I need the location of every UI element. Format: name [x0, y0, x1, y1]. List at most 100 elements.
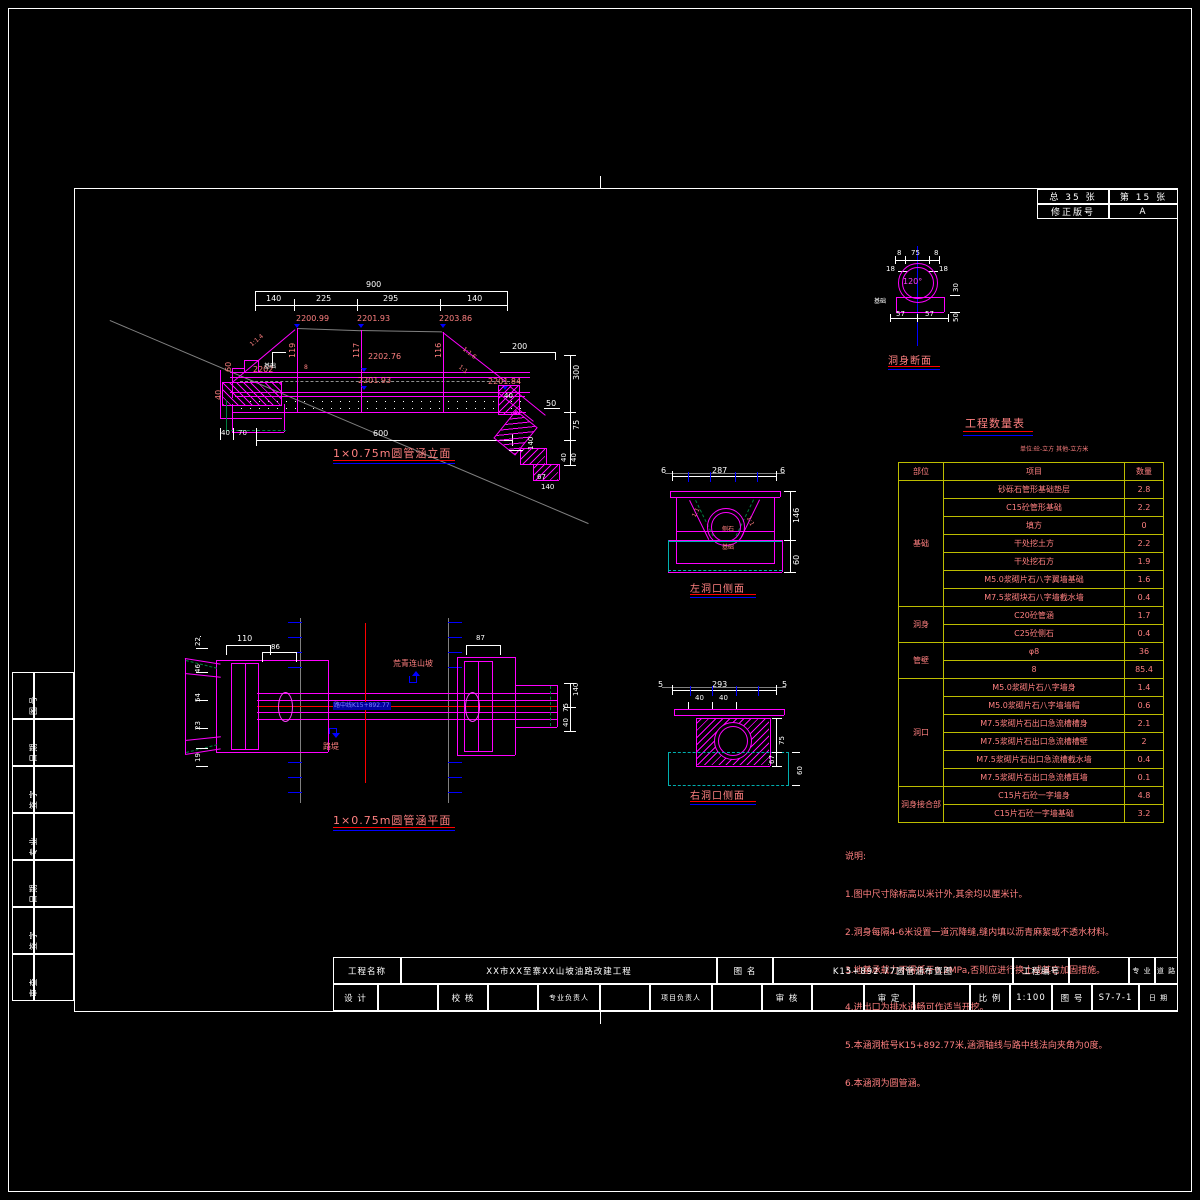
qty-cell: 0.4 — [1124, 588, 1164, 607]
height-116: 116 — [434, 342, 443, 358]
section-dim-50: 50 — [952, 313, 960, 322]
project-no-value — [1069, 957, 1129, 984]
date-label: 日 期 — [1139, 984, 1178, 1011]
side-strip-cell-2: 签 字 — [12, 766, 38, 813]
item-cell: 干处挖石方 — [943, 552, 1125, 571]
uphill-label: 荒青连山坡 — [393, 659, 433, 668]
side-strip-cell-1: 日 期 — [12, 719, 38, 766]
qty-cell: 0.4 — [1124, 624, 1164, 643]
elev-value-5: 2201.93 — [358, 376, 392, 385]
item-cell: 干处挖土方 — [943, 534, 1125, 553]
dim-seg3: 295 — [383, 294, 399, 303]
dim-67-right: 67 — [537, 473, 546, 481]
side-strip-value-0 — [34, 672, 74, 719]
dwg-no-value: S7-7-1 — [1092, 984, 1139, 1011]
left-inlet-mark-b: 6 — [780, 466, 786, 475]
dim-50-right: 50 — [546, 399, 557, 408]
dim-seg2: 225 — [316, 294, 332, 303]
height-117: 117 — [352, 342, 361, 358]
qty-cell: 2 — [1124, 732, 1164, 751]
qty-cell: 85.4 — [1124, 660, 1164, 679]
header-section: 部位 — [898, 462, 944, 481]
dim-line-300 — [570, 355, 571, 465]
item-cell: M5.0浆砌片石八字墙身 — [943, 678, 1125, 697]
quantity-table-units-note: 单位:砼-立方 其他-立方米 — [1020, 446, 1089, 453]
dwg-no-label: 图 号 — [1052, 984, 1092, 1011]
elev-value-1: 2200.99 — [296, 314, 330, 323]
center-tick-bottom — [600, 1012, 601, 1024]
project-head-label: 项目负责人 — [650, 984, 712, 1011]
qty-cell: 1.4 — [1124, 678, 1164, 697]
qty-cell: 3.2 — [1124, 804, 1164, 823]
section-dim-57a: 57 — [896, 310, 905, 318]
side-strip-value-2 — [34, 766, 74, 813]
specialty-head-label: 专业负责人 — [538, 984, 600, 1011]
plan-dim-140: 140 — [572, 682, 580, 696]
plan-view-title: 1×0.75m圆管涵平面 — [333, 814, 452, 827]
check-label: 校 核 — [438, 984, 488, 1011]
left-inlet-mark-a: 6 — [661, 466, 667, 475]
section-dim-8b: 8 — [934, 249, 939, 257]
dim-elev-total: 900 — [366, 280, 382, 289]
item-cell: M7.5浆砌片石出口急流槽耳墙 — [943, 768, 1125, 787]
center-tick-top — [600, 176, 601, 188]
project-no-label: 工程编号 — [1013, 957, 1069, 984]
qty-cell: 0.4 — [1124, 750, 1164, 769]
item-cell: M7.5浆砌片石出口急流槽槽身 — [943, 714, 1125, 733]
cad-drawing-sheet: 总 35 张 第 15 张 修正版号 A 图 号 日 期 签 字 专 业 日 期… — [0, 0, 1200, 1200]
elevation-view-title: 1×0.75m圆管涵立面 — [333, 447, 452, 460]
table-row: 洞身 C20砼管涵 1.7 — [898, 606, 1164, 643]
quantity-table: 部位 项目 数量 基础 砂砾石管形基础垫层 2.8 C15砼管形基础 2.2 填方… — [898, 462, 1164, 823]
scale-label: 比 例 — [970, 984, 1010, 1011]
downhill-label: 路堤 — [323, 742, 339, 751]
right-outlet-width: 293 — [712, 680, 728, 689]
sheet-number: 第 15 张 — [1109, 189, 1178, 204]
dim-40b-right: 40 — [570, 453, 578, 462]
plan-dim-46: 46 — [194, 664, 202, 673]
dim-40-chute: 40 — [504, 392, 513, 400]
plan-dim-22: 22 — [194, 637, 202, 646]
right-outlet-h75: 75 — [778, 736, 786, 745]
elev-value-3: 2203.86 — [439, 314, 473, 323]
total-sheets: 总 35 张 — [1037, 189, 1109, 204]
qty-cell: 0.6 — [1124, 696, 1164, 715]
item-cell: C15砼管形基础 — [943, 498, 1125, 517]
plan-dim-40: 40 — [562, 718, 570, 727]
side-strip-value-5 — [34, 907, 74, 954]
dim-600-bottom: 600 — [373, 429, 389, 438]
plan-dim-110: 110 — [237, 634, 253, 643]
plan-dim-86: 86 — [271, 643, 280, 651]
side-strip-cell-3: 专 业 — [12, 813, 38, 860]
dim-40a-right: 40 — [560, 453, 568, 462]
section-dim-57b: 57 — [925, 310, 934, 318]
right-outlet-h67: 67 — [768, 755, 776, 764]
dim-75-right: 75 — [572, 419, 581, 430]
note-line: 5.本涵洞桩号K15+892.77米,涵洞轴线与路中线法向夹角为0度。 — [845, 1041, 1108, 1052]
dim-300-right: 300 — [572, 364, 581, 380]
dim-40-left: 40 — [214, 389, 223, 400]
dim-seg1: 140 — [266, 294, 282, 303]
section-cell: 管壁 — [898, 642, 944, 679]
section-dim-18b: 18 — [939, 265, 948, 273]
dim-seg4: 140 — [467, 294, 483, 303]
qty-cell: 36 — [1124, 642, 1164, 661]
left-inlet-h146: 146 — [792, 507, 801, 523]
approve-label: 审 定 — [864, 984, 914, 1011]
section-cell: 洞口 — [898, 678, 944, 787]
dim-40a-bottom: 40 — [221, 429, 230, 437]
plan-dim-75: 75 — [562, 703, 570, 712]
plan-dim-87: 87 — [476, 634, 485, 642]
height-119: 119 — [288, 342, 297, 358]
dim-70-bottom: 70 — [238, 429, 247, 437]
elev-value-4: 2202.76 — [368, 352, 402, 361]
project-name-label: 工程名称 — [333, 957, 401, 984]
right-outlet-h60: 60 — [796, 766, 804, 775]
item-cell: φ8 — [943, 642, 1125, 661]
dim-60-left: 60 — [224, 361, 233, 372]
section-dim-18a: 18 — [886, 265, 895, 273]
title-block: 工程名称 XX市XX至寨XX山坡油路改建工程 图 名 K15+892.77圆管涵… — [333, 957, 1178, 1011]
qty-cell: 2.8 — [1124, 480, 1164, 499]
revision-value: A — [1109, 204, 1178, 219]
table-header-row: 部位 项目 数量 — [898, 462, 1164, 481]
specialty-value: 道 路 — [1155, 957, 1178, 984]
